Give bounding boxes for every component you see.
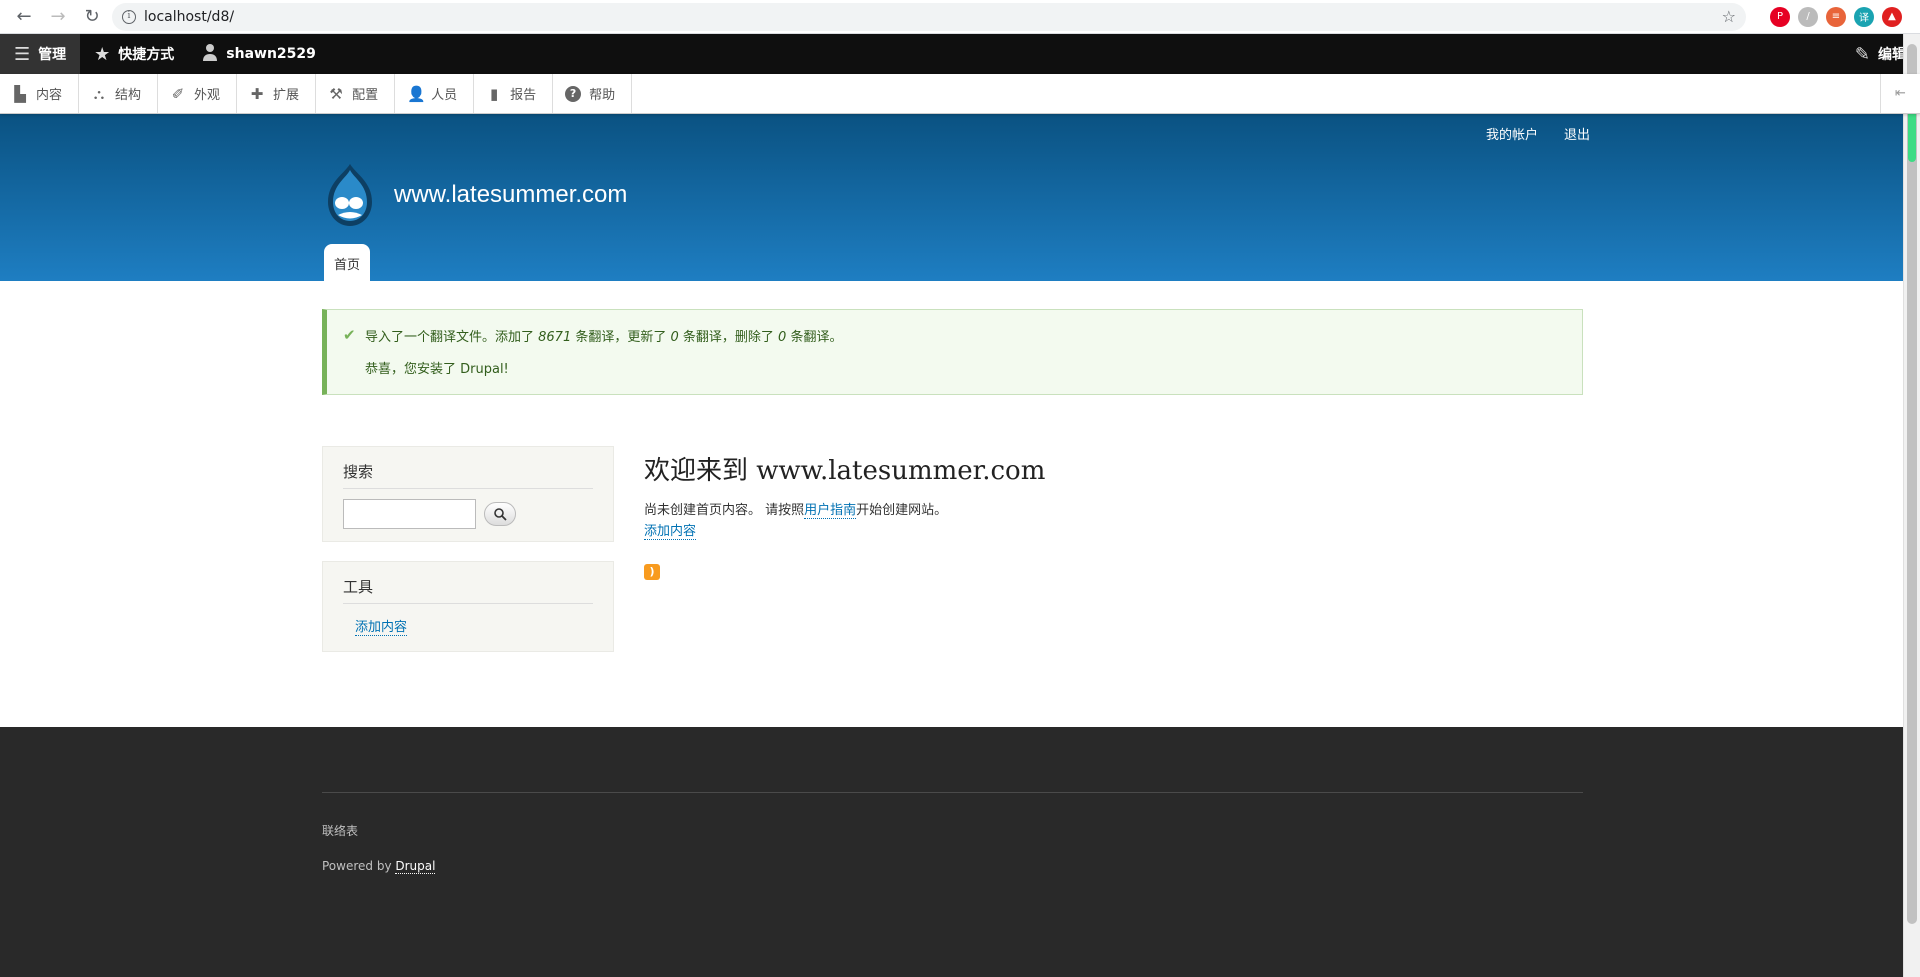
edit-label: 编辑	[1878, 47, 1906, 63]
footer-divider	[322, 792, 1583, 793]
pencil-icon: ✎	[1854, 43, 1870, 65]
tray-item-label: 帮助	[589, 88, 616, 103]
tray-item-label: 内容	[36, 88, 63, 103]
search-button[interactable]	[484, 502, 516, 526]
tools-add-content-link[interactable]: 添加内容	[355, 616, 408, 636]
search-block-title: 搜索	[343, 461, 593, 489]
tray-item-label: 人员	[431, 88, 458, 103]
pinterest-icon[interactable]: P	[1770, 6, 1790, 27]
tools-block-title: 工具	[343, 576, 593, 604]
site-name[interactable]: www.latesummer.com	[394, 181, 627, 209]
browser-toolbar: ← → ↻ i localhost/d8/ ☆ P / ≡ 译 ▲	[0, 0, 1920, 34]
page-scrollbar[interactable]	[1903, 34, 1920, 977]
tray-item-label: 外观	[194, 88, 221, 103]
add-content-link[interactable]: 添加内容	[644, 520, 697, 540]
settings-icon[interactable]: ≡	[1826, 6, 1846, 27]
appearance-icon: ✐	[171, 84, 185, 103]
logout-link[interactable]: 退出	[1564, 124, 1590, 143]
main-content: 欢迎来到 www.latesummer.com 尚未创建首页内容。 请按照用户指…	[644, 450, 1045, 580]
tray-item-structure[interactable]: ⛬ 结构	[79, 74, 159, 113]
shortcuts-button[interactable]: ★ 快捷方式	[80, 34, 188, 74]
page-title: 欢迎来到 www.latesummer.com	[644, 456, 1046, 486]
hamburger-icon: ☰	[14, 43, 31, 65]
no-content-text: 尚未创建首页内容。 请按照用户指南开始创建网站。	[644, 503, 948, 519]
check-icon: ✔	[343, 326, 356, 344]
content-icon: ▙	[14, 84, 26, 103]
tray-item-label: 扩展	[273, 88, 300, 103]
search-block: 搜索	[322, 446, 614, 542]
user-label: shawn2529	[226, 46, 316, 62]
help-icon: ?	[565, 85, 582, 102]
extension-icon[interactable]: /	[1798, 6, 1818, 27]
admin-tray: ▙ 内容 ⛬ 结构 ✐ 外观 ✚ 扩展 ⚒ 配置 👤 人员 ▮ 报告? 帮助 ⇤	[0, 74, 1920, 114]
message-line-2: 恭喜，您安装了 Drupal!	[365, 361, 509, 377]
config-icon: ⚒	[329, 84, 343, 103]
translate-icon[interactable]: 译	[1854, 6, 1874, 27]
contact-link[interactable]: 联络表	[322, 822, 358, 839]
tray-item-reports[interactable]: ▮ 报告	[474, 74, 554, 113]
user-button[interactable]: shawn2529	[188, 34, 330, 74]
tray-item-extend[interactable]: ✚ 扩展	[237, 74, 317, 113]
reload-icon[interactable]: ↻	[78, 3, 106, 31]
tray-item-label: 报告	[510, 88, 537, 103]
my-account-link[interactable]: 我的帐户	[1486, 124, 1538, 143]
user-icon	[202, 43, 218, 66]
url-text[interactable]: localhost/d8/	[144, 9, 234, 25]
admin-toolbar: ☰ 管理 ★ 快捷方式 shawn2529 ✎ 编辑	[0, 34, 1920, 74]
tools-block: 工具 添加内容	[322, 561, 614, 652]
site-header: 我的帐户 退出 www.latesummer.com 首页	[0, 114, 1920, 281]
back-icon[interactable]: ←	[10, 3, 38, 31]
tray-item-appearance[interactable]: ✐ 外观	[158, 74, 238, 113]
status-message: ✔ 导入了一个翻译文件。添加了 8671 条翻译，更新了 0 条翻译，删除了 0…	[322, 309, 1583, 395]
forward-icon[interactable]: →	[44, 3, 72, 31]
search-icon	[493, 507, 507, 521]
drupal-link[interactable]: Drupal	[395, 859, 436, 874]
people-icon: 👤	[407, 84, 426, 103]
rss-feed-icon[interactable]: )	[644, 564, 660, 580]
info-icon[interactable]: i	[122, 9, 136, 24]
upload-icon[interactable]: ▲	[1882, 6, 1902, 27]
site-footer: 联络表 Powered by Drupal	[0, 727, 1903, 977]
tray-item-people[interactable]: 👤 人员	[395, 74, 475, 113]
manage-button[interactable]: ☰ 管理	[0, 34, 81, 74]
tab-home[interactable]: 首页	[324, 244, 371, 281]
scrollbar-marker	[1908, 110, 1916, 162]
shortcuts-label: 快捷方式	[118, 47, 175, 63]
powered-by: Powered by Drupal	[322, 859, 436, 874]
tray-item-config[interactable]: ⚒ 配置	[316, 74, 396, 113]
user-guide-link[interactable]: 用户指南	[804, 503, 857, 519]
address-bar[interactable]: i localhost/d8/ ☆	[112, 2, 1746, 31]
bookmark-star-icon[interactable]: ☆	[1722, 7, 1736, 26]
reports-icon: ▮	[489, 84, 499, 103]
star-icon: ★	[94, 43, 111, 65]
scrollbar-thumb[interactable]	[1907, 44, 1917, 924]
secondary-menu: 我的帐户 退出	[1486, 124, 1590, 143]
tray-item-content[interactable]: ▙ 内容	[0, 74, 80, 113]
extensions-area: P / ≡ 译 ▲	[1762, 6, 1902, 27]
extend-icon: ✚	[250, 84, 264, 103]
collapse-tray-icon[interactable]: ⇤	[1880, 74, 1920, 113]
site-branding: www.latesummer.com	[322, 162, 627, 228]
search-input[interactable]	[343, 499, 476, 529]
manage-label: 管理	[38, 47, 67, 63]
drupal-logo-icon[interactable]	[322, 162, 378, 228]
tray-item-label: 结构	[115, 88, 142, 103]
structure-icon: ⛬	[93, 84, 105, 103]
tray-item-help[interactable]: ? 帮助	[553, 74, 633, 113]
tray-item-label: 配置	[352, 88, 379, 103]
tray-menu: ▙ 内容 ⛬ 结构 ✐ 外观 ✚ 扩展 ⚒ 配置 👤 人员 ▮ 报告? 帮助	[0, 74, 633, 113]
message-line-1: 导入了一个翻译文件。添加了 8671 条翻译，更新了 0 条翻译，删除了 0 条…	[365, 329, 843, 345]
